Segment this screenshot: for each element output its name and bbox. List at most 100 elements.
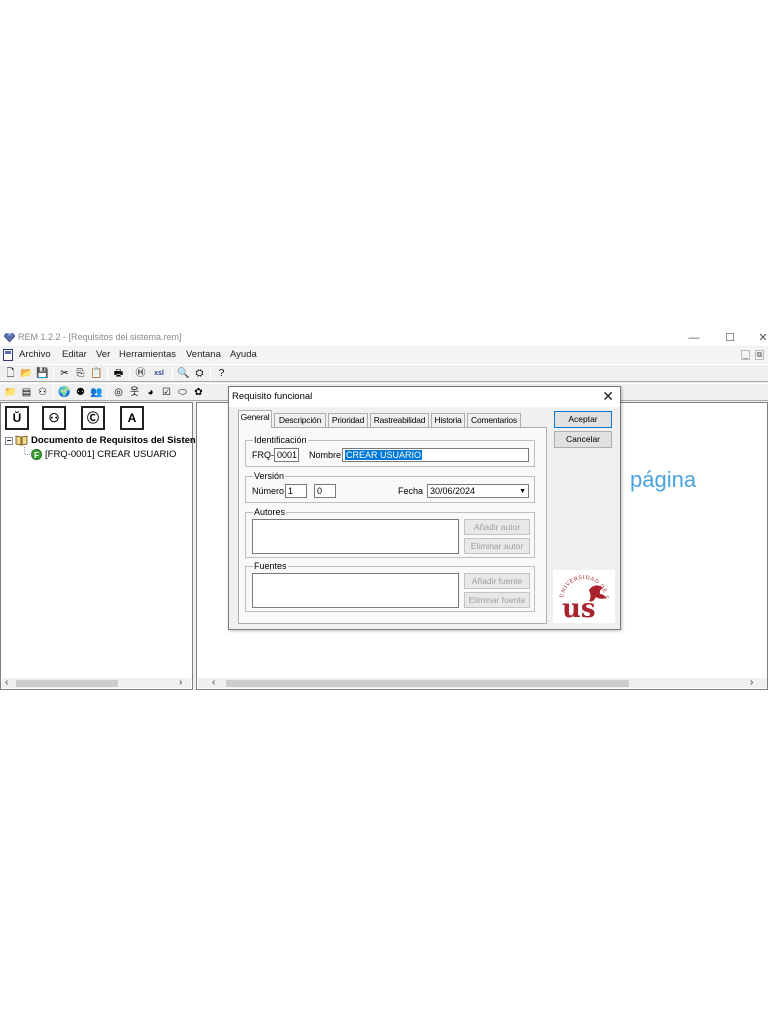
xsl-icon[interactable]: xsl — [150, 367, 168, 380]
dialog-title-bar: Requisito funcional ✕ — [229, 387, 620, 407]
tab-historia[interactable]: Historia — [431, 413, 465, 427]
nombre-input[interactable]: CREAR USUARIO — [342, 448, 529, 462]
ellipse-icon[interactable]: ⬭ — [176, 386, 189, 399]
version-major-input[interactable]: 1 — [285, 484, 307, 498]
tree-horizontal-scrollbar[interactable]: ‹ › — [2, 677, 191, 688]
gear-icon[interactable]: ✿ — [192, 386, 205, 399]
frq-prefix-label: FRQ- — [252, 450, 274, 460]
new-folder-icon[interactable]: 📁 — [4, 386, 17, 399]
tab-descripcion[interactable]: Descripción — [274, 413, 326, 427]
tab-prioridad[interactable]: Prioridad — [328, 413, 368, 427]
fuentes-legend: Fuentes — [253, 561, 288, 571]
dialog-close-button[interactable]: ✕ — [602, 388, 614, 405]
tab-comentarios[interactable]: Comentarios — [467, 413, 521, 427]
autores-group: Autores Añadir autor Eliminar autor — [245, 507, 535, 558]
minimize-button[interactable]: — — [683, 331, 705, 345]
version-group: Versión Número 1 0 Fecha 30/06/2024 ▼ — [245, 471, 535, 503]
version-minor-input[interactable]: 0 — [314, 484, 336, 498]
organization-icon[interactable]: ⚇ — [36, 386, 49, 399]
globe-icon[interactable]: 🌍 — [58, 386, 71, 399]
mdi-minimize-button[interactable]: _ — [741, 350, 750, 360]
toolbar-separator — [53, 386, 54, 399]
tab-general[interactable]: General — [238, 410, 272, 428]
identificacion-group: Identificación FRQ- 0001 Nombre CREAR US… — [245, 435, 535, 467]
menu-herramientas[interactable]: Herramientas — [119, 349, 176, 360]
new-document-icon[interactable]: 🗋 — [4, 367, 17, 380]
target-icon[interactable]: ◎ — [112, 386, 125, 399]
stakeholders-icon[interactable]: ⚉ — [74, 386, 87, 399]
autores-legend: Autores — [253, 507, 287, 517]
functional-requirement-icon: F — [31, 449, 42, 460]
toolbar-separator — [107, 386, 108, 399]
autores-list[interactable] — [252, 519, 459, 554]
requisito-funcional-dialog: Requisito funcional ✕ General Descripció… — [228, 386, 621, 630]
identificacion-legend: Identificación — [253, 435, 308, 445]
requirement-id-field[interactable]: 0001 — [274, 448, 299, 462]
add-source-button[interactable]: Añadir fuente — [464, 573, 530, 589]
remove-author-button[interactable]: Eliminar autor — [464, 538, 530, 554]
toolbar-separator — [172, 367, 173, 380]
menu-editar[interactable]: Editar — [62, 349, 87, 360]
tab-rastreabilidad[interactable]: Rastreabilidad — [370, 413, 429, 427]
nombre-label: Nombre — [309, 450, 342, 460]
dialog-title: Requisito funcional — [232, 391, 313, 402]
cancelar-button[interactable]: Cancelar — [554, 431, 612, 448]
content-scroll-thumb[interactable] — [226, 680, 629, 687]
paste-icon[interactable]: 📋 — [90, 367, 103, 380]
html-export-icon[interactable]: Ⓗ — [134, 367, 147, 380]
toolbar-separator — [210, 367, 211, 380]
scroll-thumb[interactable] — [16, 680, 118, 687]
toolbar-separator — [129, 367, 130, 380]
toolbar-separator — [53, 367, 54, 380]
view-tab-document[interactable]: Ŭ — [5, 406, 29, 430]
tree-root-node[interactable]: − Documento de Requisitos del Sisten — [5, 435, 196, 446]
menu-ventana[interactable]: Ventana — [186, 349, 221, 360]
open-folder-icon[interactable]: 📂 — [20, 367, 33, 380]
menu-bar: Archivo Editar Ver Herramientas Ventana … — [0, 347, 768, 363]
aceptar-button[interactable]: Aceptar — [554, 411, 612, 428]
book-icon — [15, 435, 28, 446]
print-icon[interactable]: 🖶 — [112, 367, 125, 380]
view-tab-conflicts[interactable]: Ⓒ — [81, 406, 105, 430]
tree-item-frq-0001[interactable]: F [FRQ-0001] CREAR USUARIO — [31, 449, 176, 460]
tree-root-label: Documento de Requisitos del Sisten — [31, 435, 196, 447]
fuentes-group: Fuentes Añadir fuente Eliminar fuente — [245, 561, 535, 612]
fecha-label: Fecha — [398, 486, 424, 496]
fecha-date-picker[interactable]: 30/06/2024 ▼ — [427, 484, 529, 498]
add-author-button[interactable]: Añadir autor — [464, 519, 530, 535]
replace-icon[interactable]: ⛭ — [193, 367, 206, 380]
menu-ayuda[interactable]: Ayuda — [230, 349, 257, 360]
view-tab-traceability[interactable]: A — [120, 406, 144, 430]
content-scroll-left-arrow-icon[interactable]: ‹ — [212, 677, 215, 688]
checklist-icon[interactable]: ☑ — [160, 386, 173, 399]
document-icon — [3, 349, 13, 361]
people-icon[interactable]: 👥 — [90, 386, 103, 399]
find-icon[interactable]: 🔍 — [177, 367, 190, 380]
remove-source-button[interactable]: Eliminar fuente — [464, 592, 530, 608]
collapse-icon[interactable]: − — [5, 436, 13, 445]
window-title: REM 1.2.2 - [Requisitos del sistema.rem] — [18, 332, 182, 342]
view-tab-objects[interactable]: ⚇ — [42, 406, 66, 430]
dropdown-arrow-icon[interactable]: ▼ — [519, 486, 526, 497]
content-scroll-right-arrow-icon[interactable]: › — [750, 677, 753, 688]
fuentes-list[interactable] — [252, 573, 459, 608]
toolbar-separator — [107, 367, 108, 380]
scroll-left-arrow-icon[interactable]: ‹ — [5, 677, 8, 688]
mdi-restore-button[interactable]: ⧉ — [755, 350, 764, 360]
menu-ver[interactable]: Ver — [96, 349, 110, 360]
cut-icon[interactable]: ✂ — [58, 367, 71, 380]
close-button[interactable]: ✕ — [752, 331, 768, 345]
list-icon[interactable]: ▤ — [20, 386, 33, 399]
scroll-right-arrow-icon[interactable]: › — [179, 677, 182, 688]
help-icon[interactable]: ? — [215, 367, 228, 380]
menu-archivo[interactable]: Archivo — [19, 349, 51, 360]
maximize-button[interactable]: ☐ — [719, 331, 741, 345]
actor-icon[interactable]: 웃 — [128, 386, 141, 399]
copy-icon[interactable]: ⎘ — [74, 367, 87, 380]
ball-icon[interactable]: ◕ — [144, 386, 157, 399]
nombre-selected-text: CREAR USUARIO — [345, 450, 423, 460]
content-horizontal-scrollbar[interactable]: ‹ › — [198, 677, 767, 688]
fecha-value: 30/06/2024 — [430, 486, 476, 496]
save-icon[interactable]: 💾 — [36, 367, 49, 380]
standard-toolbar: 🗋 📂 💾 ✂ ⎘ 📋 🖶 Ⓗxsl 🔍 ⛭? — [0, 364, 768, 382]
